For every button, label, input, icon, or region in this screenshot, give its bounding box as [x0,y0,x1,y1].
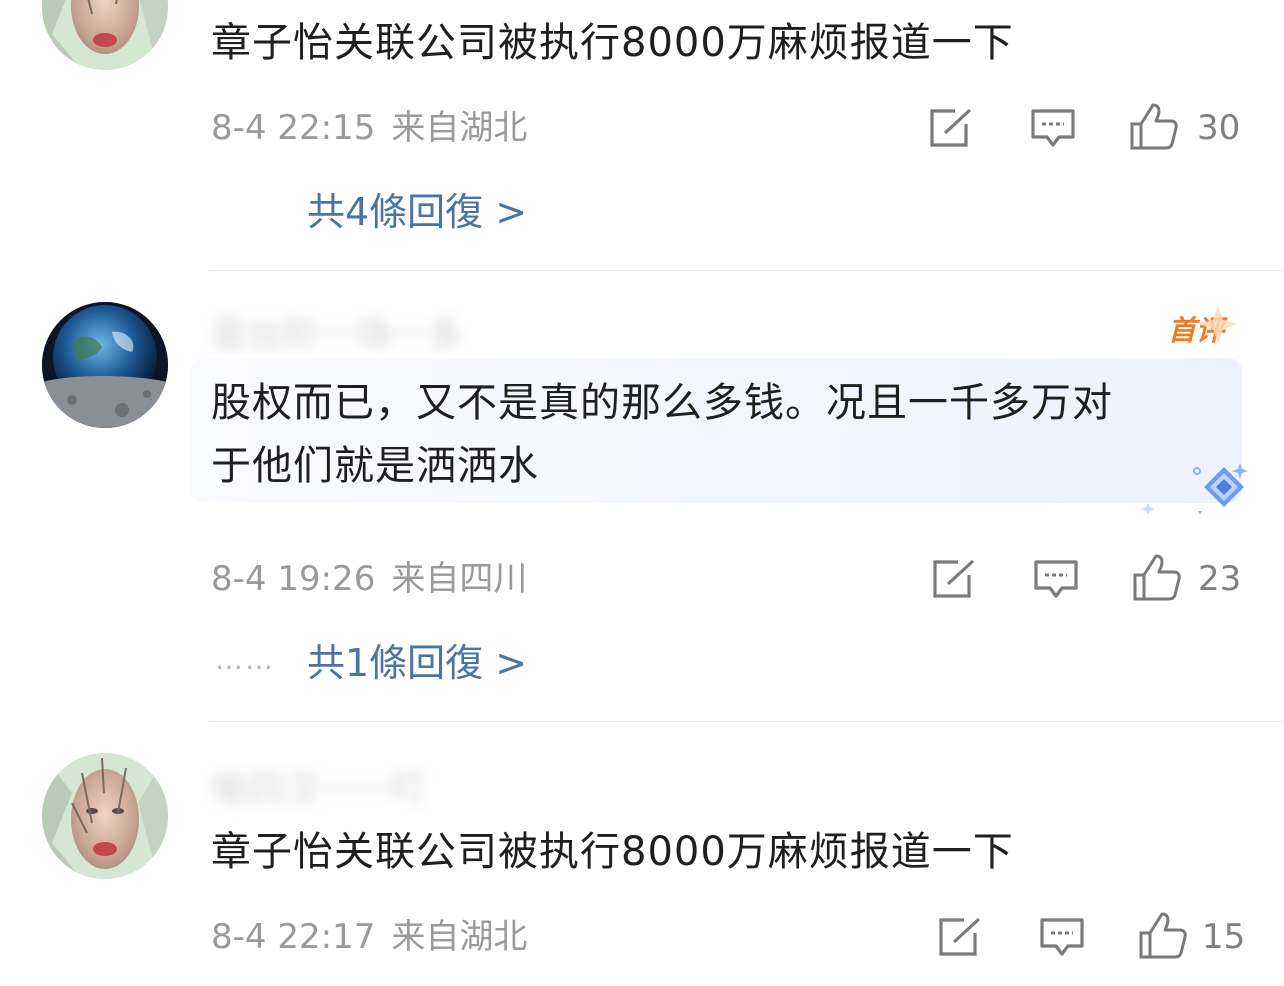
avatar[interactable] [42,753,168,879]
comment-text: 股权而已，又不是真的那么多钱。况且一千多万对 [211,380,1113,426]
share-icon[interactable] [928,554,980,604]
comment-location: 来自湖北 [391,108,528,148]
sparkle-icon [1198,306,1238,344]
like-count: 30 [1197,108,1241,148]
comment-time: 8-4 19:26 [211,559,376,599]
author-name[interactable]: 喻四汉一一叮 [211,760,427,812]
comment-icon[interactable] [1030,554,1082,604]
replies-link[interactable]: 共1條回復 > [307,633,527,693]
author-name[interactable]: 是台阶一场一多 [211,306,463,358]
comment-meta: 8-4 22:15 来自湖北 [211,103,527,153]
share-icon[interactable] [934,912,986,962]
like-icon[interactable] [1127,100,1181,154]
comment-icon[interactable] [1027,103,1079,153]
comment-meta: 8-4 19:26 来自四川 [211,554,527,604]
divider [209,270,1284,271]
comment-time: 8-4 22:17 [211,917,376,957]
replies-prefix: …… [215,643,275,676]
diamond-icon [1142,463,1248,515]
avatar[interactable] [42,302,168,428]
comment-location: 来自四川 [391,559,528,599]
like-count: 15 [1202,917,1246,957]
comment-text: 章子怡关联公司被执行8000万麻烦报道一下 [211,20,1014,66]
share-icon[interactable] [925,103,977,153]
comment-time: 8-4 22:15 [211,108,376,148]
replies-link[interactable]: 共4條回復 > [307,182,527,242]
divider [209,721,1284,722]
comment-meta: 8-4 22:17 来自湖北 [211,912,527,962]
comment-text: 于他们就是洒洒水 [211,443,539,489]
like-count: 23 [1198,559,1242,599]
like-icon[interactable] [1130,551,1184,605]
comment-location: 来自湖北 [391,917,528,957]
like-icon[interactable] [1136,909,1190,963]
comment-text: 章子怡关联公司被执行8000万麻烦报道一下 [211,829,1014,875]
avatar[interactable] [42,0,168,70]
comment-icon[interactable] [1036,912,1088,962]
